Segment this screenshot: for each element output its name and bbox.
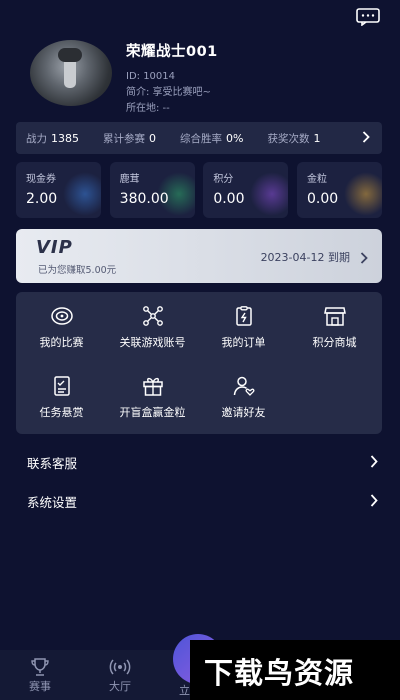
chevron-right-icon: [370, 494, 378, 510]
stat-label: 累计参赛: [103, 132, 145, 145]
stat-power: 战力 1385: [26, 131, 79, 146]
chevron-right-icon[interactable]: [362, 131, 370, 146]
checklist-icon: [53, 376, 70, 396]
grid-item-my-matches[interactable]: 我的比赛: [16, 306, 107, 350]
user-location: 所在地: --: [126, 103, 170, 114]
grid-item-link-game-account[interactable]: 关联游戏账号: [107, 306, 198, 350]
grid-item-label: 任务悬赏: [39, 406, 84, 419]
chevron-right-icon: [370, 455, 378, 471]
wallet-value: 2.00: [26, 191, 58, 207]
wallet-label: 金粒: [306, 174, 327, 185]
grid-item-label: 邀请好友: [221, 406, 266, 419]
wallet-row: 现金券 2.00 鹿茸 380.00 积分 0.00 金粒 0.00: [16, 162, 382, 218]
tab-matches[interactable]: 赛事: [10, 658, 70, 694]
list-item-system-settings[interactable]: 系统设置: [27, 492, 382, 512]
chevron-right-icon: [360, 249, 368, 268]
grid-item-label: 我的比赛: [39, 336, 84, 349]
wallet-value: 0.00: [213, 191, 245, 207]
wallet-value: 380.00: [119, 191, 169, 207]
profile-meta: ID: 10014 简介: 享受比赛吧~ 所在地: --: [126, 69, 218, 117]
avatar[interactable]: [30, 40, 112, 106]
grid-item-blind-box[interactable]: 开盲盒赢金粒: [107, 376, 198, 420]
wallet-label: 现金券: [26, 174, 56, 185]
broadcast-icon: [109, 659, 131, 675]
message-icon[interactable]: [356, 8, 380, 27]
gift-icon: [142, 377, 163, 396]
stat-value: 1385: [51, 131, 79, 145]
wallet-card-cash[interactable]: 现金券 2.00: [16, 162, 101, 218]
grid-item-points-store[interactable]: 积分商城: [289, 306, 380, 350]
vip-subtitle: 已为您赚取5.00元: [38, 265, 117, 276]
grid-item-label: 开盲盒赢金粒: [119, 406, 186, 419]
wallet-value: 0.00: [306, 191, 339, 207]
wallet-card-points[interactable]: 积分 0.00: [203, 162, 289, 218]
store-icon: [323, 307, 346, 326]
grid-item-task-bounty[interactable]: 任务悬赏: [16, 376, 107, 420]
stat-label: 获奖次数: [267, 132, 310, 145]
username: 荣耀战士001: [126, 44, 218, 60]
wallet-card-antler[interactable]: 鹿茸 380.00: [109, 162, 195, 218]
wallet-card-gold[interactable]: 金粒 0.00: [296, 162, 382, 218]
trophy-icon: [31, 658, 49, 676]
vip-banner[interactable]: VIP 已为您赚取5.00元 2023-04-12 到期: [16, 229, 382, 283]
grid-item-label: 我的订单: [221, 336, 266, 349]
target-icon: [50, 307, 73, 325]
stat-winrate: 综合胜率 0%: [180, 131, 243, 146]
stat-value: 1: [313, 131, 321, 145]
stat-awards: 获奖次数 1: [267, 131, 320, 146]
list-item-contact-support[interactable]: 联系客服: [27, 453, 382, 473]
profile-info: 荣耀战士001 ID: 10014 简介: 享受比赛吧~ 所在地: --: [126, 40, 218, 117]
list-item-label: 系统设置: [27, 495, 78, 510]
clipboard-icon: [235, 306, 252, 326]
tab-lobby[interactable]: 大厅: [90, 658, 150, 694]
stat-label: 战力: [26, 132, 47, 145]
grid-item-invite-friends[interactable]: 邀请好友: [198, 376, 289, 420]
vip-expiry: 2023-04-12 到期: [260, 251, 350, 264]
stat-matches: 累计参赛 0: [103, 131, 156, 146]
wallet-label: 积分: [213, 174, 234, 185]
grid-item-label: 关联游戏账号: [119, 336, 186, 349]
user-heart-icon: [233, 376, 254, 396]
tab-label: 赛事: [29, 680, 51, 693]
profile-header[interactable]: 荣耀战士001 ID: 10014 简介: 享受比赛吧~ 所在地: --: [30, 40, 218, 117]
user-id: ID: 10014: [126, 71, 176, 82]
list-item-label: 联系客服: [27, 456, 78, 471]
tab-label: 大厅: [109, 680, 131, 693]
stat-value: 0%: [226, 131, 244, 145]
stat-value: 0: [149, 131, 156, 145]
stats-bar[interactable]: 战力 1385 累计参赛 0 综合胜率 0% 获奖次数 1: [16, 122, 382, 154]
stat-label: 综合胜率: [180, 132, 222, 145]
user-intro: 简介: 享受比赛吧~: [126, 87, 211, 98]
vip-title: VIP: [36, 237, 73, 258]
avatar-gear-knob: [58, 48, 82, 62]
wallet-label: 鹿茸: [119, 174, 140, 185]
grid-item-my-orders[interactable]: 我的订单: [198, 306, 289, 350]
watermark-logo: 下载鸟资源: [190, 640, 400, 700]
feature-grid: 我的比赛 关联游戏账号 我的订单 积分商城 任务悬赏 开盲盒赢金粒 邀请好友: [16, 292, 382, 434]
network-icon: [142, 306, 163, 326]
grid-item-label: 积分商城: [312, 336, 357, 349]
